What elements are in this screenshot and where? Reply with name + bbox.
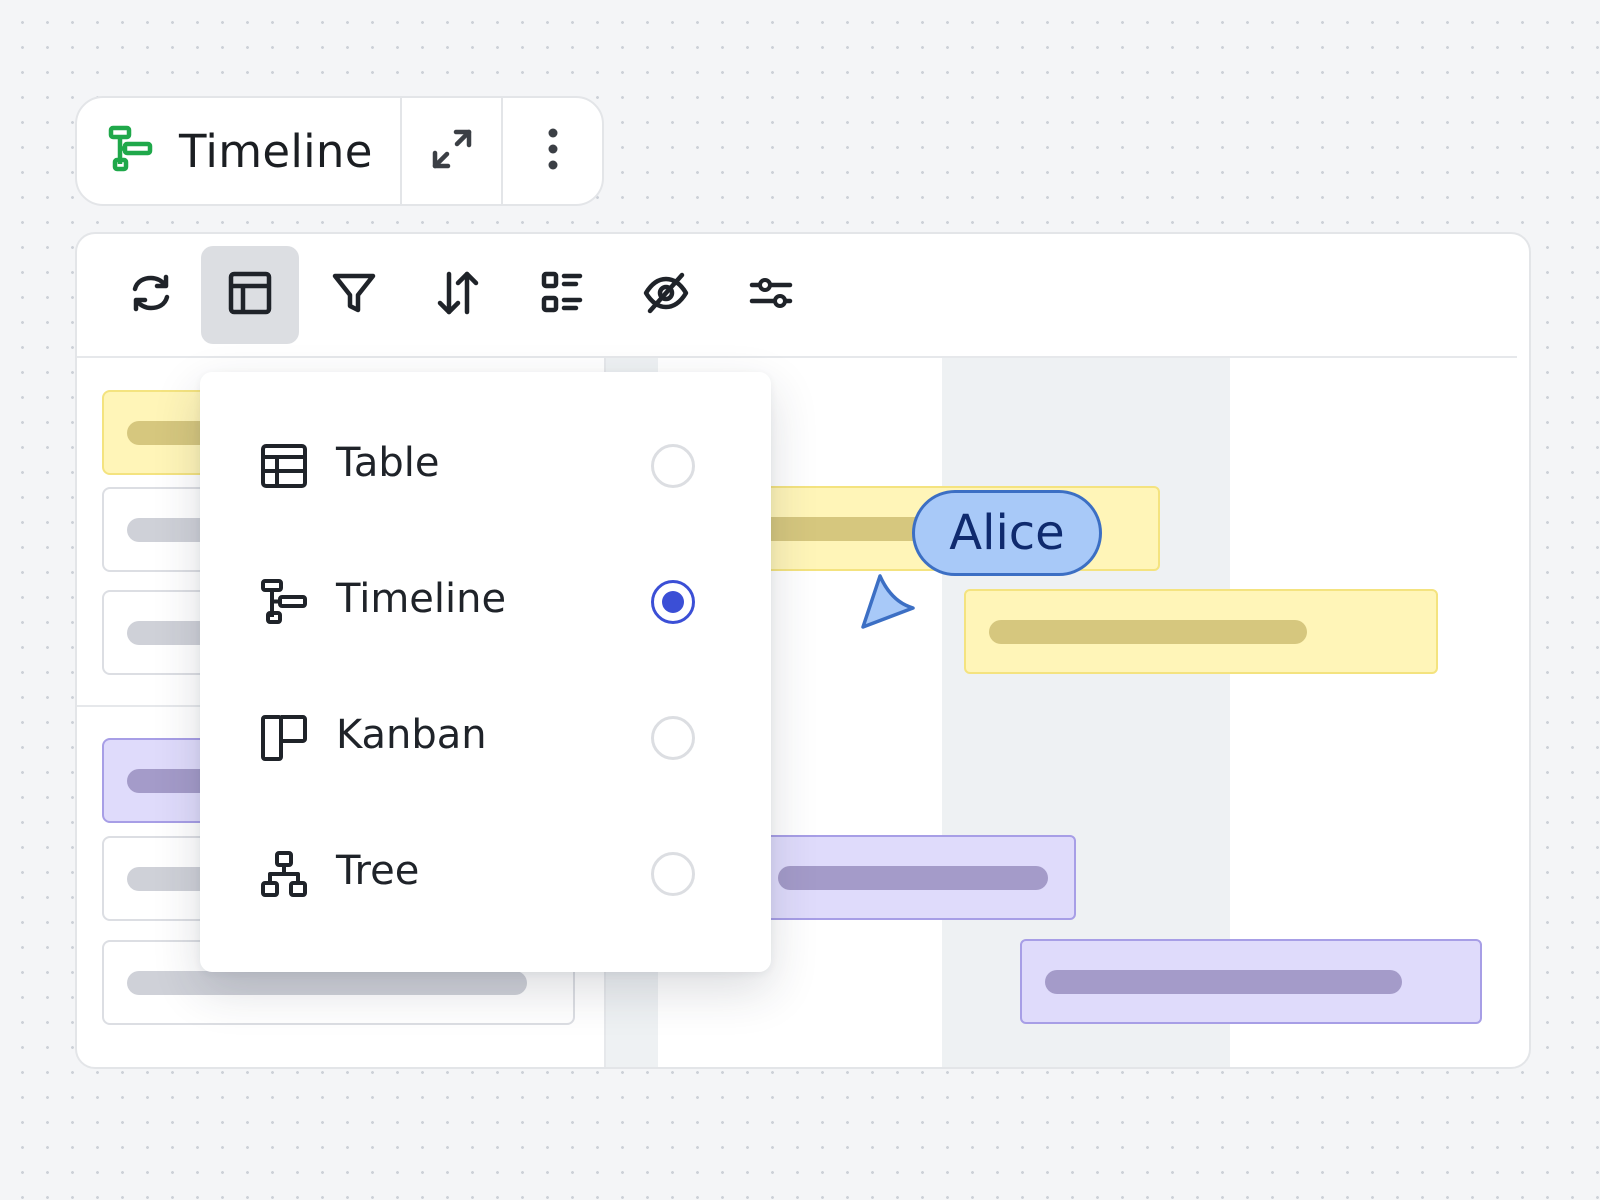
more-vertical-icon <box>543 125 563 177</box>
hide-fields-button[interactable] <box>617 246 715 344</box>
layout-option-table[interactable]: Table <box>200 406 771 526</box>
expand-button[interactable] <box>402 98 501 204</box>
collaborator-name-tag: Alice <box>912 490 1102 576</box>
layout-option-label: Kanban <box>336 712 487 758</box>
radio-dot <box>662 591 684 613</box>
table-icon <box>260 442 308 490</box>
expand-icon <box>427 124 477 178</box>
layout-option-radio[interactable] <box>651 852 695 896</box>
sort-icon <box>435 270 481 320</box>
filter-icon <box>331 270 377 320</box>
timeline-bar[interactable] <box>1020 939 1482 1024</box>
timeline-icon <box>260 578 308 626</box>
layout-menu: Table Timeline Kanban Tree <box>200 372 771 972</box>
eye-off-icon <box>642 269 690 321</box>
refresh-button[interactable] <box>102 246 200 344</box>
refresh-icon <box>127 269 175 321</box>
layout-option-kanban[interactable]: Kanban <box>200 678 771 798</box>
collaborator-cursor-icon <box>855 570 917 636</box>
kanban-icon <box>260 714 308 762</box>
layout-option-timeline[interactable]: Timeline <box>200 542 771 662</box>
timeline-icon <box>107 125 155 177</box>
layout-option-radio[interactable] <box>651 716 695 760</box>
filter-button[interactable] <box>305 246 403 344</box>
group-button[interactable] <box>514 246 612 344</box>
timeline-bar-label <box>989 620 1307 644</box>
sort-button[interactable] <box>409 246 507 344</box>
view-toolbar <box>77 234 1529 356</box>
view-title: Timeline <box>179 124 373 178</box>
view-header: Timeline <box>75 96 604 206</box>
layout-option-radio-selected[interactable] <box>651 580 695 624</box>
record-title-placeholder <box>127 971 527 995</box>
view-settings-button[interactable] <box>722 246 820 344</box>
timeline-bar-label <box>1045 970 1402 994</box>
layout-button[interactable] <box>201 246 299 344</box>
layout-option-label: Tree <box>336 848 420 894</box>
timeline-bar[interactable] <box>964 589 1438 674</box>
tree-icon <box>260 850 308 898</box>
view-title-group: Timeline <box>77 98 400 204</box>
layout-option-radio[interactable] <box>651 444 695 488</box>
layout-icon <box>227 270 273 320</box>
more-options-button[interactable] <box>503 98 602 204</box>
layout-option-label: Timeline <box>336 576 507 622</box>
sliders-icon <box>748 270 794 320</box>
list-group-icon <box>540 270 586 320</box>
layout-option-tree[interactable]: Tree <box>200 814 771 934</box>
layout-option-label: Table <box>336 440 440 486</box>
timeline-bar-label <box>778 866 1048 890</box>
